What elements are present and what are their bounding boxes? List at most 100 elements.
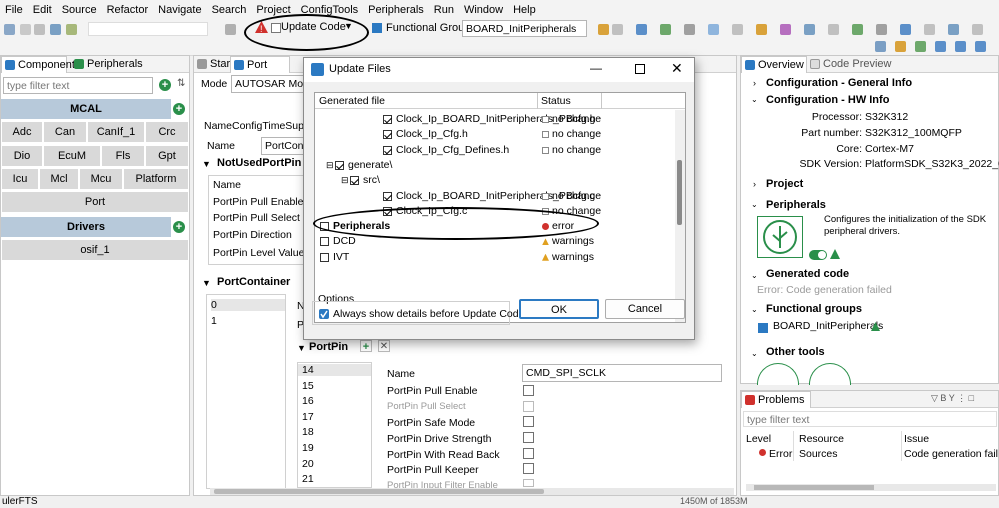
tab-components[interactable]: Components [1,56,80,73]
collapse-icon[interactable]: ▼ [297,343,306,353]
ok-button[interactable]: OK [519,299,599,319]
tool-icon[interactable] [636,24,647,35]
component-crc[interactable]: Crc [145,121,189,143]
menu-window[interactable]: Window [459,4,508,16]
table-row[interactable]: ⊟ generate\ [315,158,673,173]
save-all-icon[interactable] [34,24,45,35]
col-resource[interactable]: Resource [799,433,844,445]
portpin-safe-mode-checkbox[interactable] [523,416,534,427]
menu-edit[interactable]: Edit [28,4,57,16]
problem-level[interactable]: Error [769,448,792,460]
file-checkbox[interactable] [350,176,359,186]
debug-icon[interactable] [66,24,77,35]
peripherals-header[interactable]: Peripherals [766,199,826,211]
tool-icon[interactable] [924,24,935,35]
table-row[interactable]: Clock_Ip_Cfg_Defines.h no change [315,143,673,158]
always-show-label[interactable]: Always show details before Update Code [333,308,524,320]
component-fls[interactable]: Fls [101,145,145,167]
tool-icon[interactable] [612,24,623,35]
component-ecum[interactable]: EcuM [43,145,101,167]
collapse-icon[interactable]: ▼ [202,278,211,288]
file-checkbox[interactable] [335,160,344,170]
tree-toggle-icon[interactable]: ⊟ [326,158,334,173]
config-general-header[interactable]: Configuration - General Info [766,77,912,89]
menu-refactor[interactable]: Refactor [102,4,154,16]
portpin-pull-keeper-checkbox[interactable] [523,463,534,474]
table-row[interactable]: Clock_Ip_BOARD_InitPeripherals_PBcfg.h no… [315,112,673,127]
component-gpt[interactable]: Gpt [145,145,189,167]
collapse-icon[interactable]: ⌄ [751,305,758,314]
tool-icon[interactable] [598,24,609,35]
tool-icon[interactable] [732,24,743,35]
list-item[interactable]: 1 [211,315,217,327]
save-icon[interactable] [20,24,31,35]
horizontal-scrollbar[interactable] [746,484,996,491]
list-item[interactable]: 19 [302,442,314,454]
menu-navigate[interactable]: Navigate [153,4,206,16]
scrollbar-thumb[interactable] [677,160,682,225]
other-tools-header[interactable]: Other tools [766,346,825,358]
clocks-tool-icon[interactable] [809,363,851,385]
collapse-icon[interactable]: ⌄ [751,271,758,280]
maximize-icon[interactable] [635,64,645,74]
tab-port[interactable]: Port [230,56,290,73]
perspective-icon[interactable] [915,41,926,52]
search-icon[interactable] [875,41,886,52]
menu-peripherals[interactable]: Peripherals [363,4,429,16]
file-checkbox[interactable] [320,237,329,247]
memory-indicator[interactable]: 1450M of 1853M [680,496,748,506]
add-mcal-icon[interactable]: + [173,103,185,115]
menu-help[interactable]: Help [508,4,541,16]
tab-problems[interactable]: Problems [741,391,811,408]
list-item[interactable]: 18 [302,426,314,438]
list-item[interactable]: 16 [302,395,314,407]
tool-icon[interactable] [948,24,959,35]
component-adc[interactable]: Adc [1,121,43,143]
file-checkbox[interactable] [383,115,392,124]
table-row[interactable]: ⊟ src\ [315,173,673,188]
peripherals-toggle[interactable] [809,250,827,260]
peripherals-tile[interactable] [757,216,803,258]
perspective-icon[interactable] [975,41,986,52]
config-hw-header[interactable]: Configuration - HW Info [766,94,889,106]
table-row[interactable]: Clock_Ip_Cfg.h no change [315,127,673,142]
portpin-read-back-checkbox[interactable] [523,448,534,459]
collapse-icon[interactable]: ▼ [202,159,211,169]
list-item[interactable]: 15 [302,380,314,392]
always-show-checkbox[interactable] [319,309,329,319]
table-row[interactable]: Clock_Ip_BOARD_InitPeripherals_PBcfg.c no… [315,189,673,204]
expand-icon[interactable]: › [753,78,756,88]
tree-toggle-icon[interactable]: ⊟ [341,173,349,188]
col-generated-file[interactable]: Generated file [319,95,385,107]
tool-icon[interactable] [852,24,863,35]
add-driver-icon[interactable]: + [173,221,185,233]
component-dio[interactable]: Dio [1,145,43,167]
component-canif[interactable]: CanIf_1 [87,121,145,143]
component-mcu[interactable]: Mcu [79,168,123,190]
list-item[interactable]: 0 [211,299,285,311]
tool-icon[interactable] [828,24,839,35]
col-level[interactable]: Level [746,433,771,445]
components-filter-input[interactable]: type filter text [3,77,153,94]
file-checkbox[interactable] [383,145,392,155]
menu-run[interactable]: Run [429,4,459,16]
functional-group-item[interactable]: BOARD_InitPeripherals [773,320,883,332]
list-item[interactable]: 21 [302,473,314,485]
col-status[interactable]: Status [541,95,571,107]
scrollbar-thumb[interactable] [214,489,544,494]
launch-config-combo[interactable] [88,22,208,36]
collapse-icon[interactable]: ⌄ [751,200,758,209]
table-row[interactable]: IVT warnings [315,250,673,265]
component-mcl[interactable]: Mcl [39,168,79,190]
expand-icon[interactable]: › [753,179,756,189]
component-platform[interactable]: Platform [123,168,189,190]
perspective-icon[interactable] [935,41,946,52]
project-header[interactable]: Project [766,178,803,190]
file-checkbox[interactable] [383,191,392,201]
new-file-icon[interactable] [4,24,15,35]
menu-search[interactable]: Search [207,4,252,16]
col-issue[interactable]: Issue [904,433,929,445]
functional-groups-header[interactable]: Functional groups [766,303,862,315]
tool-icon[interactable] [708,24,719,35]
portpin-drive-strength-checkbox[interactable] [523,432,534,443]
